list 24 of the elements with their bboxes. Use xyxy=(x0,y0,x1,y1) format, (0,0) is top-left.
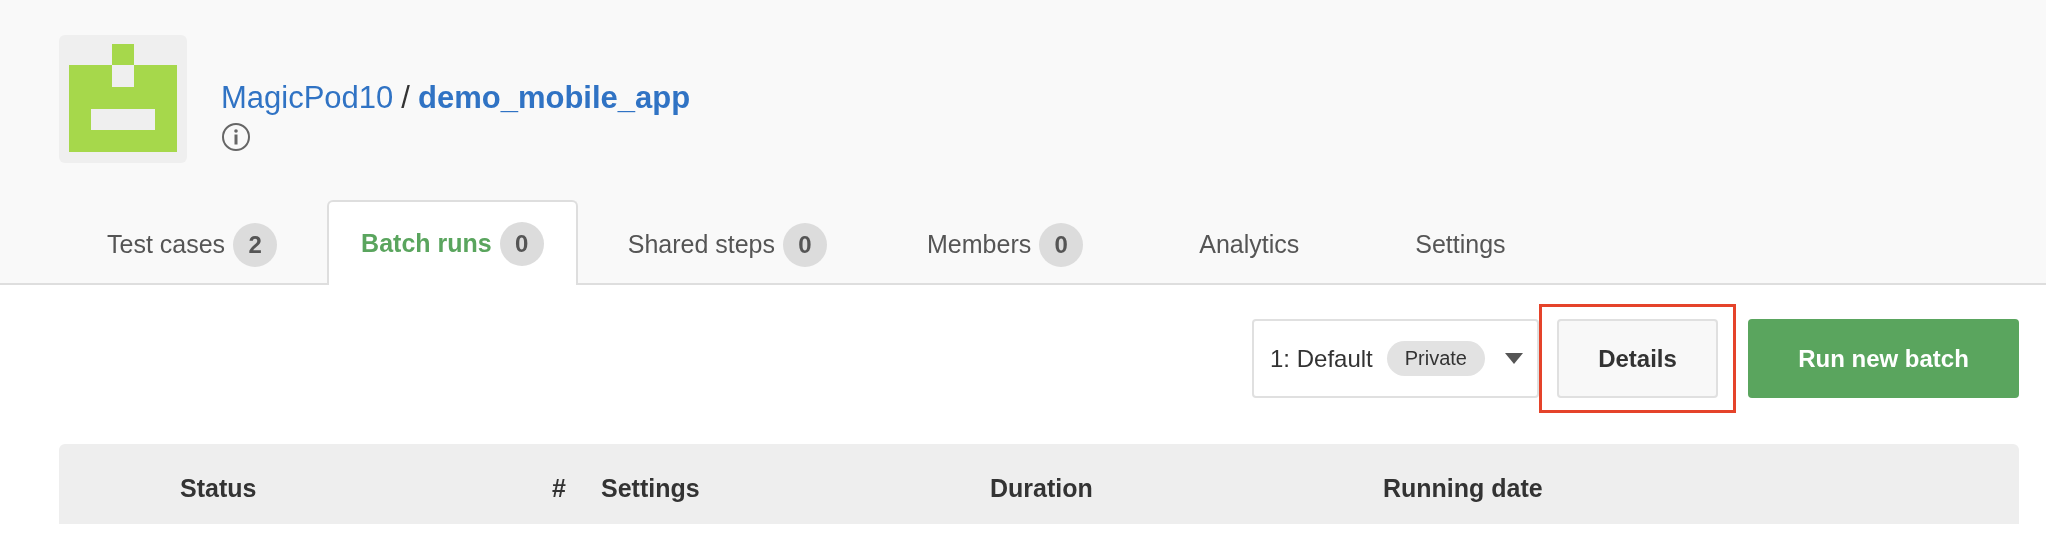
count-badge: 2 xyxy=(233,222,278,267)
caret-icon xyxy=(1505,353,1523,364)
count-badge: 0 xyxy=(1039,222,1084,267)
project-link[interactable]: demo_mobile_app xyxy=(417,80,691,116)
column-header: Status xyxy=(180,473,258,503)
count-badge: 0 xyxy=(499,221,544,266)
tab[interactable]: Settings xyxy=(1365,202,1556,285)
tab[interactable]: Shared steps 0 xyxy=(593,202,862,285)
column-header: # xyxy=(551,473,567,503)
path-separator: / xyxy=(401,80,410,116)
tab[interactable]: Batch runs 0 xyxy=(327,200,578,285)
project-logo-icon xyxy=(59,35,187,163)
column-header: Settings xyxy=(601,473,701,503)
tab[interactable]: Members 0 xyxy=(877,202,1134,285)
column-header: Duration xyxy=(990,473,1094,503)
settings-dropdown[interactable]: 1: Default Private xyxy=(1252,319,1539,398)
visibility-badge: Private xyxy=(1386,341,1485,376)
tab[interactable]: Analytics xyxy=(1149,202,1350,285)
info-icon[interactable] xyxy=(221,122,251,152)
column-header: Running date xyxy=(1383,473,1544,503)
tab[interactable]: Test cases 2 xyxy=(73,202,312,285)
details-button[interactable]: Details xyxy=(1557,319,1718,398)
organization-link[interactable]: MagicPod10 xyxy=(221,80,394,116)
count-badge: 0 xyxy=(783,222,828,267)
